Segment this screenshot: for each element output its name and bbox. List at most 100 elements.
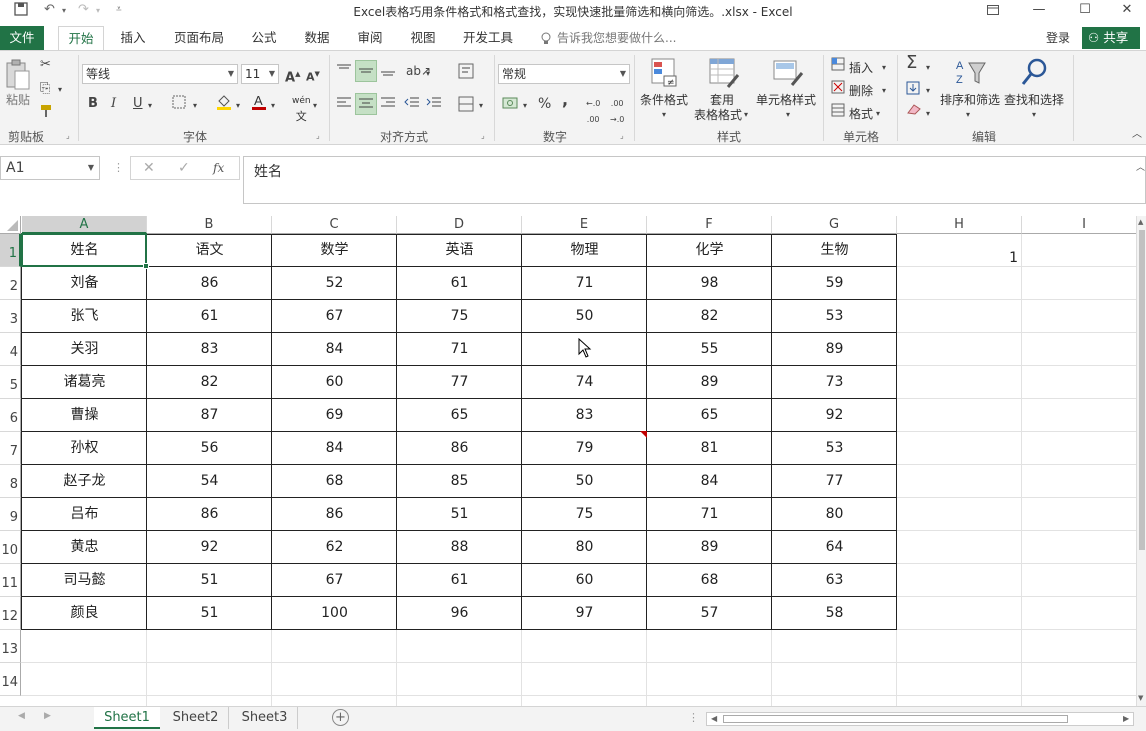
table-cell[interactable]: 86 <box>147 498 272 531</box>
tab-file[interactable]: 文件 <box>0 26 44 50</box>
borders-icon[interactable] <box>172 95 186 114</box>
table-cell[interactable]: 100 <box>272 597 397 630</box>
underline-button[interactable]: U <box>133 96 143 112</box>
tab-review[interactable]: 审阅 <box>349 26 391 50</box>
delete-cells-label[interactable]: 删除 <box>849 82 873 99</box>
table-cell[interactable]: 51 <box>397 498 522 531</box>
table-cell[interactable]: 71 <box>522 267 647 300</box>
header-cell[interactable]: 物理 <box>522 234 647 267</box>
table-cell[interactable]: 86 <box>272 498 397 531</box>
tab-formulas[interactable]: 公式 <box>243 26 285 50</box>
paste-icon[interactable] <box>4 59 34 90</box>
cut-icon[interactable]: ✂ <box>40 57 51 73</box>
conditional-formatting-label[interactable]: 条件格式 <box>640 91 688 108</box>
insert-dropdown-icon[interactable]: ▾ <box>882 60 886 76</box>
row-header-12[interactable]: 12 <box>0 597 21 630</box>
cell-styles-label[interactable]: 单元格样式 <box>756 91 816 108</box>
sort-filter-label[interactable]: 排序和筛选 <box>940 91 1000 108</box>
table-cell[interactable]: 80 <box>522 531 647 564</box>
table-cell[interactable]: 61 <box>147 300 272 333</box>
table-cell[interactable]: 60 <box>522 564 647 597</box>
table-cell[interactable]: 68 <box>647 564 772 597</box>
table-cell[interactable]: 92 <box>772 399 897 432</box>
cell-styles-icon[interactable] <box>772 57 804 87</box>
decrease-decimal-icon[interactable]: .00 →.0 <box>610 96 624 128</box>
orientation-dropdown-icon[interactable]: ▾ <box>426 66 430 82</box>
table-cell[interactable]: 61 <box>397 267 522 300</box>
scroll-right-icon[interactable]: ▶ <box>1123 714 1129 723</box>
font-size-combo[interactable]: 11 ▼ <box>241 64 279 84</box>
table-cell[interactable]: 77 <box>772 465 897 498</box>
cell-styles-dropdown-icon[interactable]: ▾ <box>786 107 790 123</box>
find-select-icon[interactable] <box>1020 57 1050 87</box>
table-cell[interactable]: 64 <box>772 531 897 564</box>
align-top-icon[interactable] <box>336 63 352 82</box>
table-cell[interactable]: 55 <box>647 333 772 366</box>
decrease-font-icon[interactable]: A▼ <box>306 66 320 86</box>
scroll-down-icon[interactable]: ▼ <box>1138 694 1143 702</box>
column-header-f[interactable]: F <box>647 216 772 234</box>
maximize-button[interactable]: ☐ <box>1062 0 1108 22</box>
sheet-tab-sheet1[interactable]: Sheet1 <box>94 707 160 729</box>
row-header-11[interactable]: 11 <box>0 564 21 597</box>
table-cell[interactable]: 赵子龙 <box>22 465 147 498</box>
row-header-4[interactable]: 4 <box>0 333 21 366</box>
table-cell[interactable]: 52 <box>272 267 397 300</box>
table-cell[interactable]: 黄忠 <box>22 531 147 564</box>
table-cell[interactable]: 67 <box>272 300 397 333</box>
column-header-c[interactable]: C <box>272 216 397 234</box>
share-button[interactable]: ⚇ 共享 <box>1082 27 1140 49</box>
underline-dropdown-icon[interactable]: ▾ <box>148 98 152 114</box>
table-cell[interactable]: 56 <box>147 432 272 465</box>
table-cell[interactable]: 57 <box>647 597 772 630</box>
table-cell[interactable]: 84 <box>272 333 397 366</box>
table-cell[interactable]: 58 <box>772 597 897 630</box>
column-header-i[interactable]: I <box>1022 216 1136 234</box>
table-cell[interactable]: 司马懿 <box>22 564 147 597</box>
clipboard-launcher-icon[interactable]: ⌟ <box>66 131 70 140</box>
scroll-right-sheets-icon[interactable]: ▶ <box>44 711 51 721</box>
login-link[interactable]: 登录 <box>1046 26 1070 50</box>
scroll-up-icon[interactable]: ▲ <box>1138 218 1143 226</box>
table-cell[interactable]: 80 <box>772 498 897 531</box>
table-cell[interactable]: 59 <box>772 267 897 300</box>
column-header-h[interactable]: H <box>897 216 1022 234</box>
autosum-dropdown-icon[interactable]: ▾ <box>926 60 930 76</box>
table-cell[interactable]: 诸葛亮 <box>22 366 147 399</box>
merge-center-icon[interactable] <box>458 96 474 117</box>
column-header-a[interactable]: A <box>22 216 147 234</box>
table-cell[interactable]: 82 <box>647 300 772 333</box>
font-color-icon[interactable]: A <box>251 93 267 116</box>
table-cell[interactable]: 77 <box>397 366 522 399</box>
number-launcher-icon[interactable]: ⌟ <box>620 131 624 140</box>
insert-cells-icon[interactable] <box>831 57 845 76</box>
table-cell[interactable]: 62 <box>272 531 397 564</box>
phonetic-dropdown-icon[interactable]: ▾ <box>313 98 317 114</box>
merge-dropdown-icon[interactable]: ▾ <box>479 98 483 114</box>
tab-insert[interactable]: 插入 <box>112 26 154 50</box>
row-header-9[interactable]: 9 <box>0 498 21 531</box>
tab-page-layout[interactable]: 页面布局 <box>166 26 232 50</box>
paste-label[interactable]: 粘贴 <box>6 91 30 108</box>
table-cell[interactable]: 89 <box>647 531 772 564</box>
ribbon-display-icon[interactable] <box>970 0 1016 22</box>
format-as-table-label-2[interactable]: 表格格式 <box>694 106 742 123</box>
add-sheet-icon[interactable]: + <box>332 709 349 726</box>
table-cell[interactable]: 92 <box>147 531 272 564</box>
row-header-3[interactable]: 3 <box>0 300 21 333</box>
header-cell[interactable]: 英语 <box>397 234 522 267</box>
table-cell[interactable]: 84 <box>272 432 397 465</box>
sheet-tab-sheet2[interactable]: Sheet2 <box>163 707 229 729</box>
delete-dropdown-icon[interactable]: ▾ <box>882 83 886 99</box>
table-cell[interactable]: 98 <box>647 267 772 300</box>
accounting-dropdown-icon[interactable]: ▾ <box>523 98 527 114</box>
header-cell[interactable]: 生物 <box>772 234 897 267</box>
table-cell[interactable]: 50 <box>522 465 647 498</box>
table-cell[interactable]: 82 <box>147 366 272 399</box>
decrease-indent-icon[interactable] <box>404 96 420 115</box>
fill-handle[interactable] <box>143 263 149 269</box>
column-header-e[interactable]: E <box>522 216 647 234</box>
formula-input[interactable]: 姓名 <box>243 156 1146 204</box>
fill-color-icon[interactable] <box>216 93 232 116</box>
table-cell[interactable]: 83 <box>147 333 272 366</box>
